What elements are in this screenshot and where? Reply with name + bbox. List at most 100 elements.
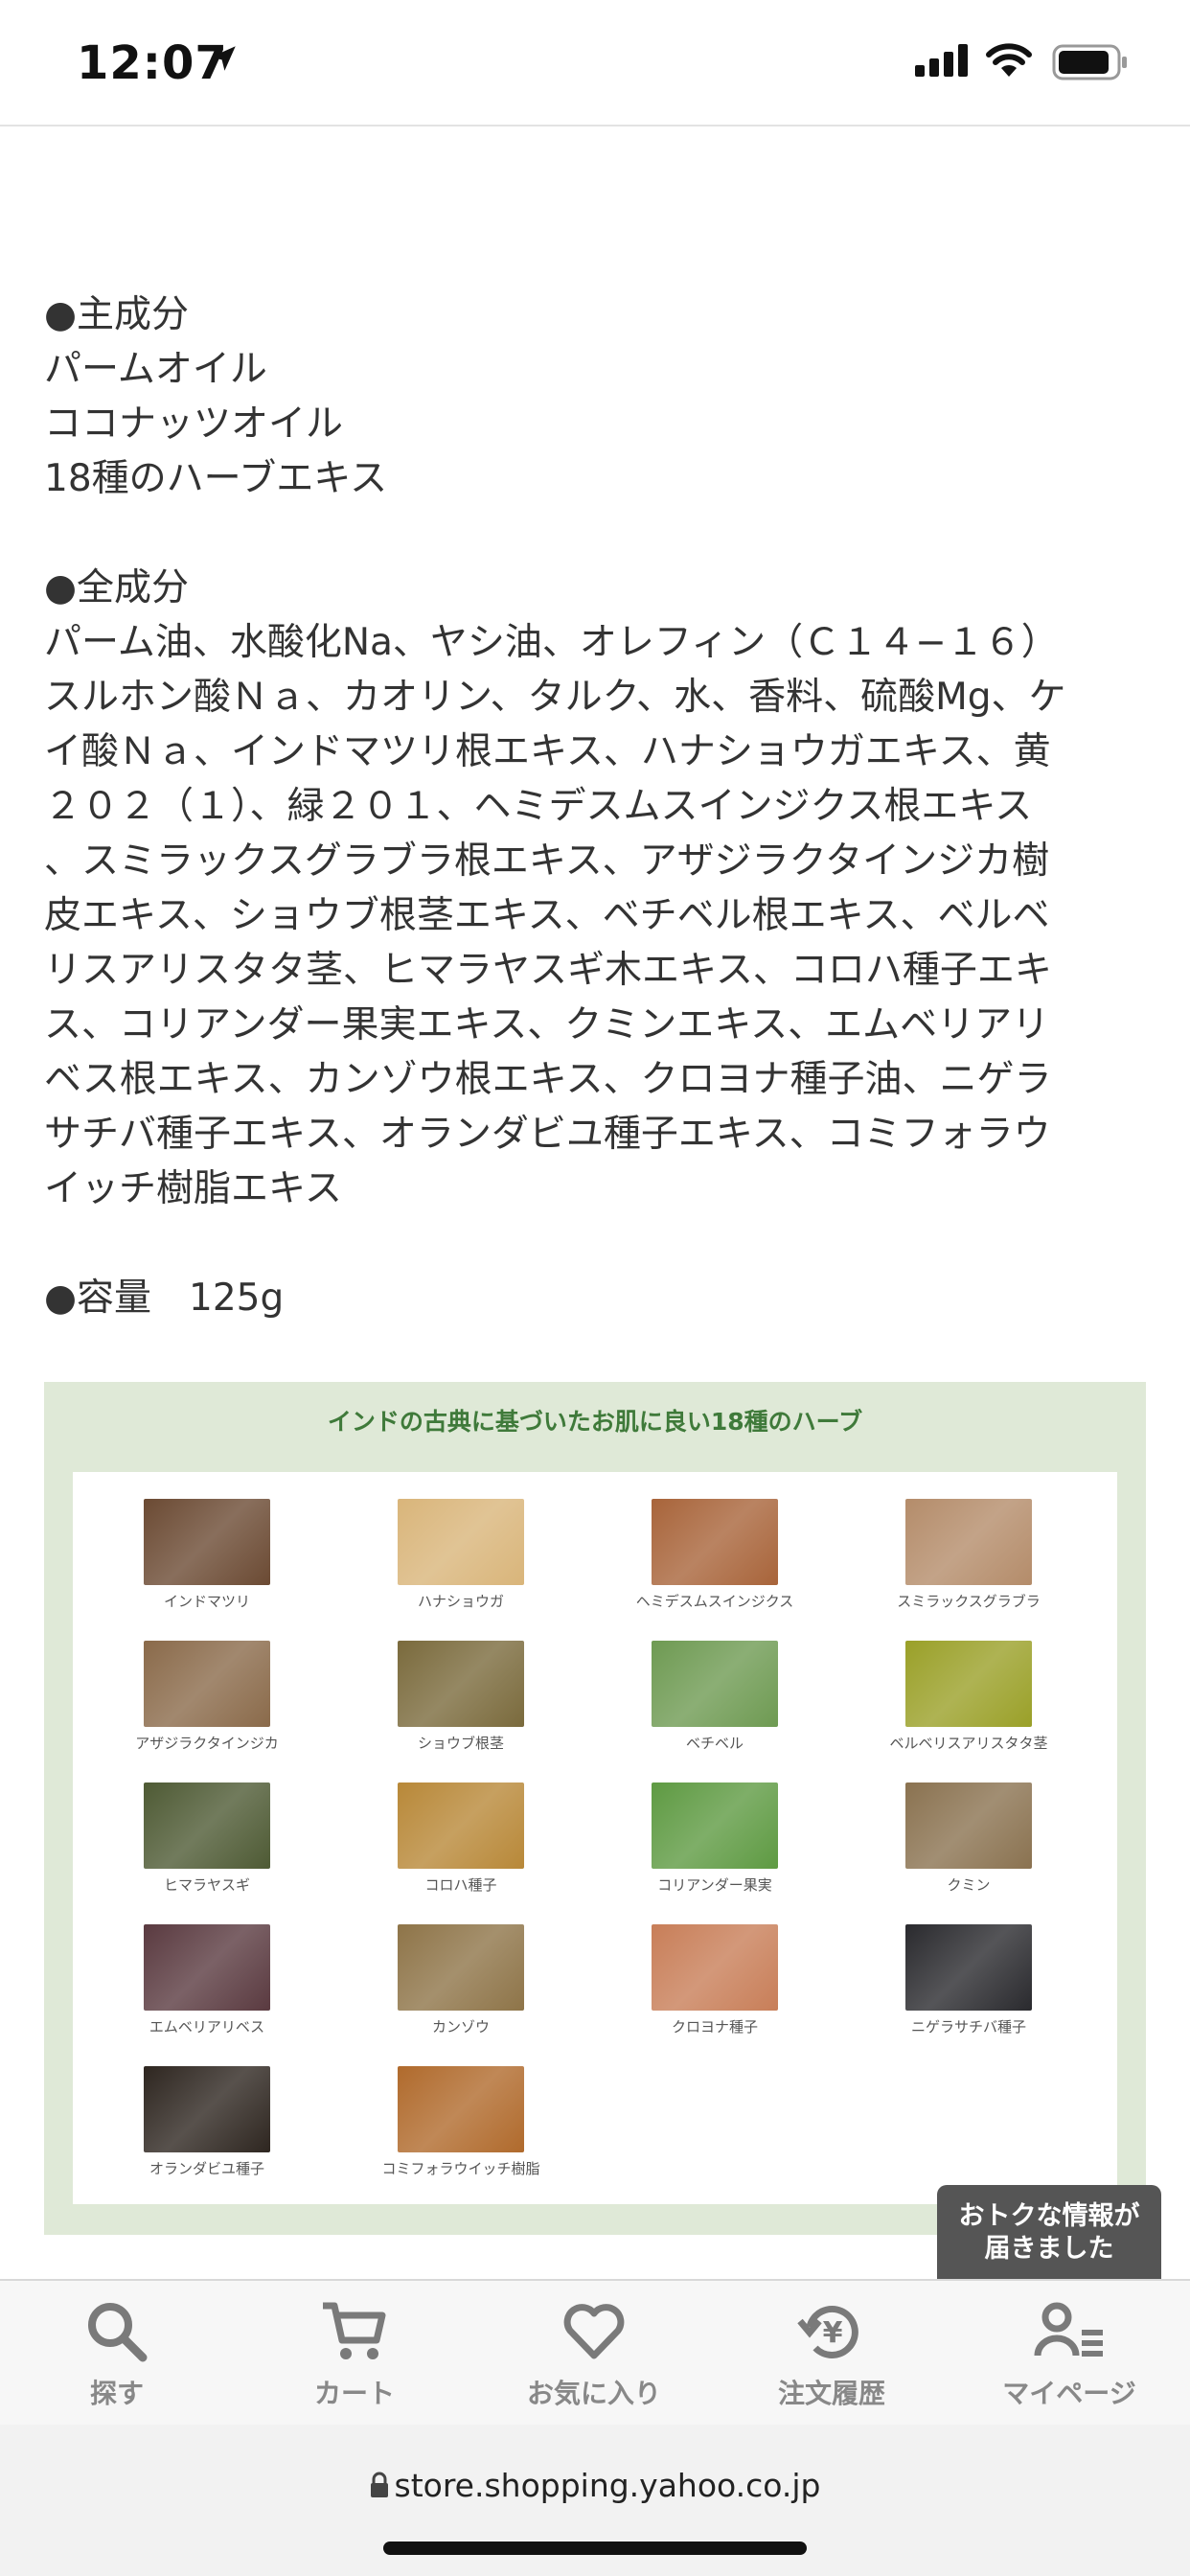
herb-item: インドマツリ <box>111 1499 303 1611</box>
ingredients-line: スルホン酸Ｎａ、カオリン、タルク、水、香料、硫酸Mg、ケ <box>44 676 1066 719</box>
tab-order-history-label: 注文履歴 <box>777 2378 885 2409</box>
herb-label: カンゾウ <box>431 2018 490 2036</box>
ingredients-line: サチバ種子エキス、オランダビユ種子エキス、コミフォラウ <box>44 1113 1051 1156</box>
main-ingredient-item: 18種のハーブエキス <box>44 457 388 500</box>
user-icon <box>1034 2302 1103 2357</box>
herb-item: コリアンダー果実 <box>619 1782 811 1895</box>
order-history-icon: ¥ <box>797 2305 858 2358</box>
herb-item: ヘミデスムスインジクス <box>619 1499 811 1611</box>
cart-icon <box>323 2302 386 2359</box>
herb-label: クロヨナ種子 <box>671 2018 758 2036</box>
svg-text:¥: ¥ <box>823 2316 843 2350</box>
herb-image <box>144 1782 270 1869</box>
ingredients-line: ベス根エキス、カンゾウ根エキス、クロヨナ種子油、ニゲラ <box>44 1058 1052 1101</box>
herb-label: アザジラクタインジカ <box>135 1735 279 1752</box>
herb-item: ニゲラサチバ種子 <box>873 1924 1064 2036</box>
main-ingredient-item: パームオイル <box>44 348 267 391</box>
wifi-icon <box>986 43 1032 77</box>
herb-image <box>652 1782 778 1869</box>
herb-label: コロハ種子 <box>424 1876 497 1894</box>
herb-item: スミラックスグラブラ <box>873 1499 1064 1611</box>
herbs-image-panel[interactable]: インドの古典に基づいたお肌に良い18種のハーブ インドマツリ ハナショウガ ヘミデス… <box>44 1382 1146 2235</box>
toast-line-1: おトクな情報が <box>958 2201 1140 2231</box>
herb-item: ショウブ根茎 <box>365 1641 557 1753</box>
herb-item: クミン <box>873 1782 1064 1895</box>
herb-image <box>905 1499 1032 1585</box>
tab-favorites-label: お気に入り <box>526 2378 661 2409</box>
ingredients-line: パーム油、水酸化Na、ヤシ油、オレフィン（Ｃ１４−１６） <box>44 621 1059 664</box>
location-arrow-icon <box>211 46 236 71</box>
herb-image <box>905 1924 1032 2011</box>
herb-image <box>398 2066 524 2152</box>
ingredients-line: ２０２（１）、緑２０１、ヘミデスムスインジクス根エキス <box>44 785 1033 828</box>
tab-cart-label: カート <box>313 2378 395 2409</box>
volume-text: ●容量 125g <box>44 1276 285 1320</box>
browser-url-bar[interactable]: store.shopping.yahoo.co.jp <box>0 2425 1190 2576</box>
ingredients-line: 、スミラックスグラブラ根エキス、アザジラクタインジカ樹 <box>44 840 1050 883</box>
lock-icon <box>370 2472 388 2497</box>
all-ingredients-text: パーム油、水酸化Na、ヤシ油、オレフィン（Ｃ１４−１６） スルホン酸Ｎａ、カオリ… <box>44 615 1156 1216</box>
tab-order-history[interactable]: ¥ 注文履歴 <box>736 2298 927 2411</box>
herb-label: オランダビユ種子 <box>149 2160 264 2177</box>
tab-favorites[interactable]: お気に入り <box>498 2298 690 2411</box>
tab-cart[interactable]: カート <box>259 2298 450 2411</box>
battery-icon <box>1052 44 1127 80</box>
ingredients-line: イッチ樹脂エキス <box>44 1167 342 1210</box>
herb-image <box>398 1782 524 1869</box>
ingredients-line: リスアリスタタ茎、ヒマラヤスギ木エキス、コロハ種子エキ <box>44 949 1052 992</box>
herb-image <box>652 1499 778 1585</box>
herb-label: ベチベル <box>685 1735 744 1752</box>
herb-item: ベチベル <box>619 1641 811 1753</box>
herb-image <box>398 1499 524 1585</box>
herb-label: クミン <box>947 1876 991 1894</box>
herb-item: コロハ種子 <box>365 1782 557 1895</box>
search-icon <box>88 2303 148 2362</box>
all-ingredients-heading: ●全成分 <box>44 566 190 610</box>
ingredients-line: 皮エキス、ショウブ根茎エキス、ベチベル根エキス、ベルベ <box>44 894 1050 937</box>
herb-label: インドマツリ <box>163 1593 250 1610</box>
status-time: 12:07 <box>77 36 228 90</box>
herb-image <box>398 1924 524 2011</box>
herb-item: エムベリアリベス <box>111 1924 303 2036</box>
tab-mypage-label: マイページ <box>1002 2378 1136 2409</box>
status-bar: 12:07 <box>0 0 1190 126</box>
url-text: store.shopping.yahoo.co.jp <box>394 2467 821 2504</box>
bottom-tab-bar: 探す カート お気に入り ¥ 注文履歴 マイページ <box>0 2279 1190 2426</box>
herb-item: オランダビユ種子 <box>111 2066 303 2178</box>
herb-label: ニゲラサチバ種子 <box>910 2018 1026 2036</box>
heart-icon <box>563 2304 625 2359</box>
herb-item: ヒマラヤスギ <box>111 1782 303 1895</box>
url-field[interactable]: store.shopping.yahoo.co.jp <box>0 2467 1190 2504</box>
herb-label: ヘミデスムスインジクス <box>635 1593 794 1610</box>
signal-icon <box>915 44 968 77</box>
herb-item: クロヨナ種子 <box>619 1924 811 2036</box>
herb-item: ベルベリスアリスタタ茎 <box>873 1641 1064 1753</box>
herb-image <box>652 1641 778 1727</box>
tab-mypage[interactable]: マイページ <box>973 2298 1165 2411</box>
herb-label: スミラックスグラブラ <box>897 1593 1041 1610</box>
notification-toast[interactable]: おトクな情報が 届きました <box>937 2185 1161 2281</box>
herb-item: コミフォラウイッチ樹脂 <box>365 2066 557 2178</box>
herb-label: ヒマラヤスギ <box>163 1876 250 1894</box>
tab-search[interactable]: 探す <box>21 2298 213 2411</box>
herbs-grid: インドマツリ ハナショウガ ヘミデスムスインジクス スミラックスグラブラアザジラクタイ… <box>73 1472 1117 2204</box>
home-indicator[interactable] <box>383 2542 807 2555</box>
herb-item: カンゾウ <box>365 1924 557 2036</box>
product-description: ●主成分 パームオイル ココナッツオイル 18種のハーブエキス ●全成分 パーム… <box>44 288 1156 1325</box>
herbs-panel-title: インドの古典に基づいたお肌に良い18種のハーブ <box>327 1408 863 1436</box>
herb-image <box>398 1641 524 1727</box>
herb-image <box>144 1499 270 1585</box>
main-ingredients-heading: ●主成分 <box>44 293 190 336</box>
herb-image <box>144 1924 270 2011</box>
herb-item: ハナショウガ <box>365 1499 557 1611</box>
ingredients-line: イ酸Ｎａ、インドマツリ根エキス、ハナショウガエキス、黄 <box>44 730 1051 773</box>
herb-label: コリアンダー果実 <box>657 1876 772 1894</box>
herb-label: ショウブ根茎 <box>417 1735 504 1752</box>
ingredients-line: ス、コリアンダー果実エキス、クミンエキス、エムベリアリ <box>44 1003 1050 1046</box>
herb-label: エムベリアリベス <box>149 2018 265 2036</box>
tab-search-label: 探す <box>89 2378 144 2409</box>
herb-label: コミフォラウイッチ樹脂 <box>381 2160 540 2177</box>
toast-line-2: 届きました <box>984 2234 1114 2264</box>
main-ingredient-item: ココナッツオイル <box>44 402 344 446</box>
herb-image <box>905 1641 1032 1727</box>
